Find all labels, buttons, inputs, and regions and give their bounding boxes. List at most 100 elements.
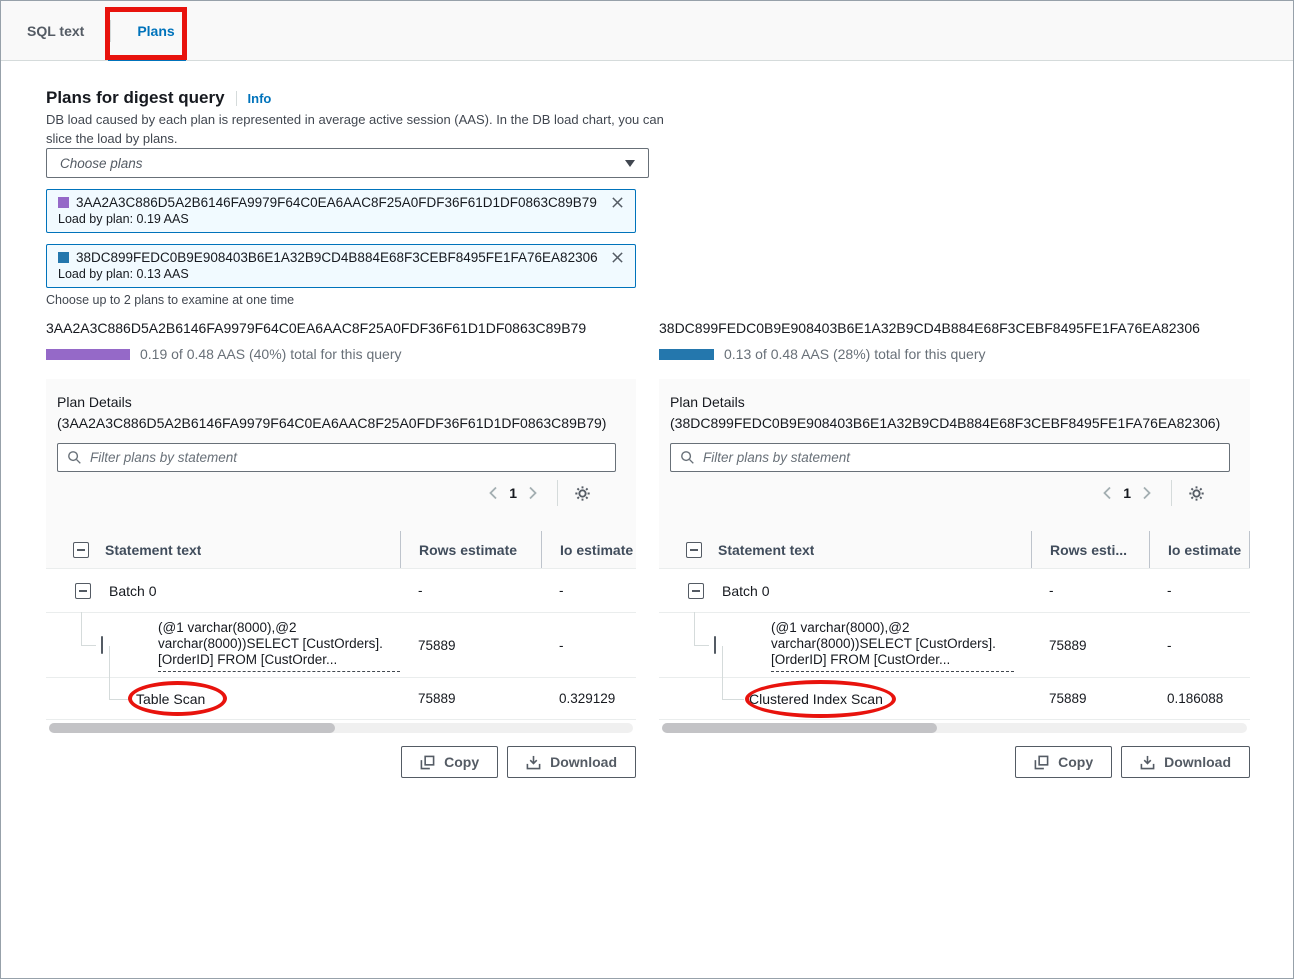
tab-strip: SQL text Plans: [1, 1, 1293, 61]
tab-sql-text[interactable]: SQL text: [1, 1, 110, 60]
info-link[interactable]: Info: [248, 91, 272, 106]
plan-heading-right: 38DC899FEDC0B9E908403B6E1A32B9CD4B884E68…: [659, 320, 1250, 362]
copy-button-label: Copy: [1058, 754, 1093, 770]
pagination-divider: [557, 480, 558, 506]
plan-hash-heading: 3AA2A3C886D5A2B6146FA9979F64C0EA6AAC8F25…: [46, 320, 636, 336]
panel-subtitle: (3AA2A3C886D5A2B6146FA9979F64C0EA6AAC8F2…: [57, 413, 616, 434]
pagination: 1: [670, 472, 1230, 514]
column-header-statement: Statement text: [105, 542, 201, 558]
statement-line: (@1 varchar(8000),@2: [158, 620, 400, 636]
choose-plans-placeholder: Choose plans: [60, 156, 143, 171]
io-estimate-value: 0.186088: [1149, 678, 1250, 719]
panel-actions-left: Copy Download: [46, 746, 636, 778]
tree-connector: [109, 678, 110, 699]
column-header-io-estimate: Io estimate: [560, 542, 633, 558]
download-button[interactable]: Download: [1121, 746, 1250, 778]
selected-plan-token: 3AA2A3C886D5A2B6146FA9979F64C0EA6AAC8F25…: [46, 189, 636, 233]
statement-line: (@1 varchar(8000),@2: [771, 620, 1014, 636]
scan-type-label: Table Scan: [136, 691, 205, 707]
scrollbar-thumb[interactable]: [49, 723, 335, 733]
statement-line: varchar(8000))SELECT [CustOrders].: [771, 636, 1014, 652]
load-bar: [46, 349, 130, 360]
statement-text[interactable]: (@1 varchar(8000),@2 varchar(8000))SELEC…: [158, 620, 400, 672]
tree-connector: [81, 612, 82, 645]
previous-page-button[interactable]: [1095, 481, 1119, 505]
rows-estimate-value: 75889: [400, 613, 541, 677]
horizontal-scrollbar[interactable]: [662, 723, 1247, 733]
tab-sql-text-label: SQL text: [27, 23, 84, 39]
search-icon: [680, 450, 695, 465]
filter-placeholder: Filter plans by statement: [703, 450, 850, 465]
tree-connector: [109, 646, 110, 678]
panel-subtitle: (38DC899FEDC0B9E908403B6E1A32B9CD4B884E6…: [670, 413, 1230, 434]
tree-connector: [81, 645, 96, 646]
scan-type-label: Clustered Index Scan: [749, 691, 883, 707]
tree-connector: [694, 612, 695, 645]
collapse-row-icon[interactable]: [688, 583, 704, 599]
statement-text[interactable]: (@1 varchar(8000),@2 varchar(8000))SELEC…: [771, 620, 1014, 672]
io-estimate-value: -: [1149, 569, 1250, 612]
page-number[interactable]: 1: [1123, 485, 1131, 501]
copy-button[interactable]: Copy: [401, 746, 498, 778]
table-row-scan: Clustered Index Scan 75889 0.186088: [659, 678, 1250, 720]
previous-page-button[interactable]: [481, 481, 505, 505]
next-page-button[interactable]: [1135, 481, 1159, 505]
plan-color-swatch: [58, 197, 69, 208]
statement-line: [OrderID] FROM [CustOrder...: [771, 652, 1014, 668]
title-divider: [236, 91, 237, 106]
panel-actions-right: Copy Download: [659, 746, 1250, 778]
rows-estimate-value: 75889: [1031, 678, 1149, 719]
table-row-scan: Table Scan 75889 0.329129: [46, 678, 636, 720]
statement-line: [OrderID] FROM [CustOrder...: [158, 652, 400, 668]
section-description: DB load caused by each plan is represent…: [46, 110, 668, 148]
horizontal-scrollbar[interactable]: [49, 723, 633, 733]
panel-title: Plan Details: [57, 392, 616, 413]
collapse-all-icon[interactable]: [686, 542, 702, 558]
plan-details-panel-right: Plan Details (38DC899FEDC0B9E908403B6E1A…: [659, 379, 1250, 733]
table-row-batch: Batch 0 - -: [46, 569, 636, 613]
collapse-row-icon[interactable]: [714, 636, 716, 654]
selector-helper-text: Choose up to 2 plans to examine at one t…: [46, 293, 294, 307]
panel-title: Plan Details: [670, 392, 1230, 413]
pagination-divider: [1171, 480, 1172, 506]
io-estimate-value: 0.329129: [541, 678, 636, 719]
rows-estimate-value: 75889: [1031, 613, 1149, 677]
plan-hash: 3AA2A3C886D5A2B6146FA9979F64C0EA6AAC8F25…: [76, 195, 603, 210]
gear-icon[interactable]: [1184, 481, 1208, 505]
statement-line: varchar(8000))SELECT [CustOrders].: [158, 636, 400, 652]
copy-button-label: Copy: [444, 754, 479, 770]
load-bar: [659, 349, 714, 360]
scrollbar-thumb[interactable]: [662, 723, 937, 733]
tree-connector: [722, 646, 723, 678]
annotation-box-plans-tab: [105, 7, 187, 60]
collapse-row-icon[interactable]: [75, 583, 91, 599]
filter-input[interactable]: Filter plans by statement: [57, 443, 616, 472]
plan-hash: 38DC899FEDC0B9E908403B6E1A32B9CD4B884E68…: [76, 250, 603, 265]
page-number[interactable]: 1: [509, 485, 517, 501]
gear-icon[interactable]: [570, 481, 594, 505]
download-button[interactable]: Download: [507, 746, 636, 778]
table-row-statement: (@1 varchar(8000),@2 varchar(8000))SELEC…: [659, 613, 1250, 678]
filter-input[interactable]: Filter plans by statement: [670, 443, 1230, 472]
io-estimate-value: -: [541, 569, 636, 612]
close-icon[interactable]: [611, 251, 624, 264]
pagination: 1: [57, 472, 616, 514]
panel-header: Plan Details (38DC899FEDC0B9E908403B6E1A…: [659, 379, 1250, 531]
download-icon: [1140, 755, 1155, 770]
collapse-all-icon[interactable]: [73, 542, 89, 558]
column-header-rows-estimate: Rows estimate: [419, 542, 517, 558]
table-row-statement: (@1 varchar(8000),@2 varchar(8000))SELEC…: [46, 613, 636, 678]
plan-load-label: Load by plan: 0.13 AAS: [58, 267, 624, 281]
filter-placeholder: Filter plans by statement: [90, 450, 237, 465]
download-icon: [526, 755, 541, 770]
rows-estimate-value: 75889: [400, 678, 541, 719]
download-button-label: Download: [550, 754, 617, 770]
copy-button[interactable]: Copy: [1015, 746, 1112, 778]
page-title: Plans for digest query: [46, 88, 225, 108]
collapse-row-icon[interactable]: [101, 636, 103, 654]
choose-plans-select[interactable]: Choose plans: [46, 148, 649, 178]
close-icon[interactable]: [611, 196, 624, 209]
next-page-button[interactable]: [521, 481, 545, 505]
chevron-down-icon: [625, 160, 635, 167]
io-estimate-value: -: [1149, 613, 1250, 677]
